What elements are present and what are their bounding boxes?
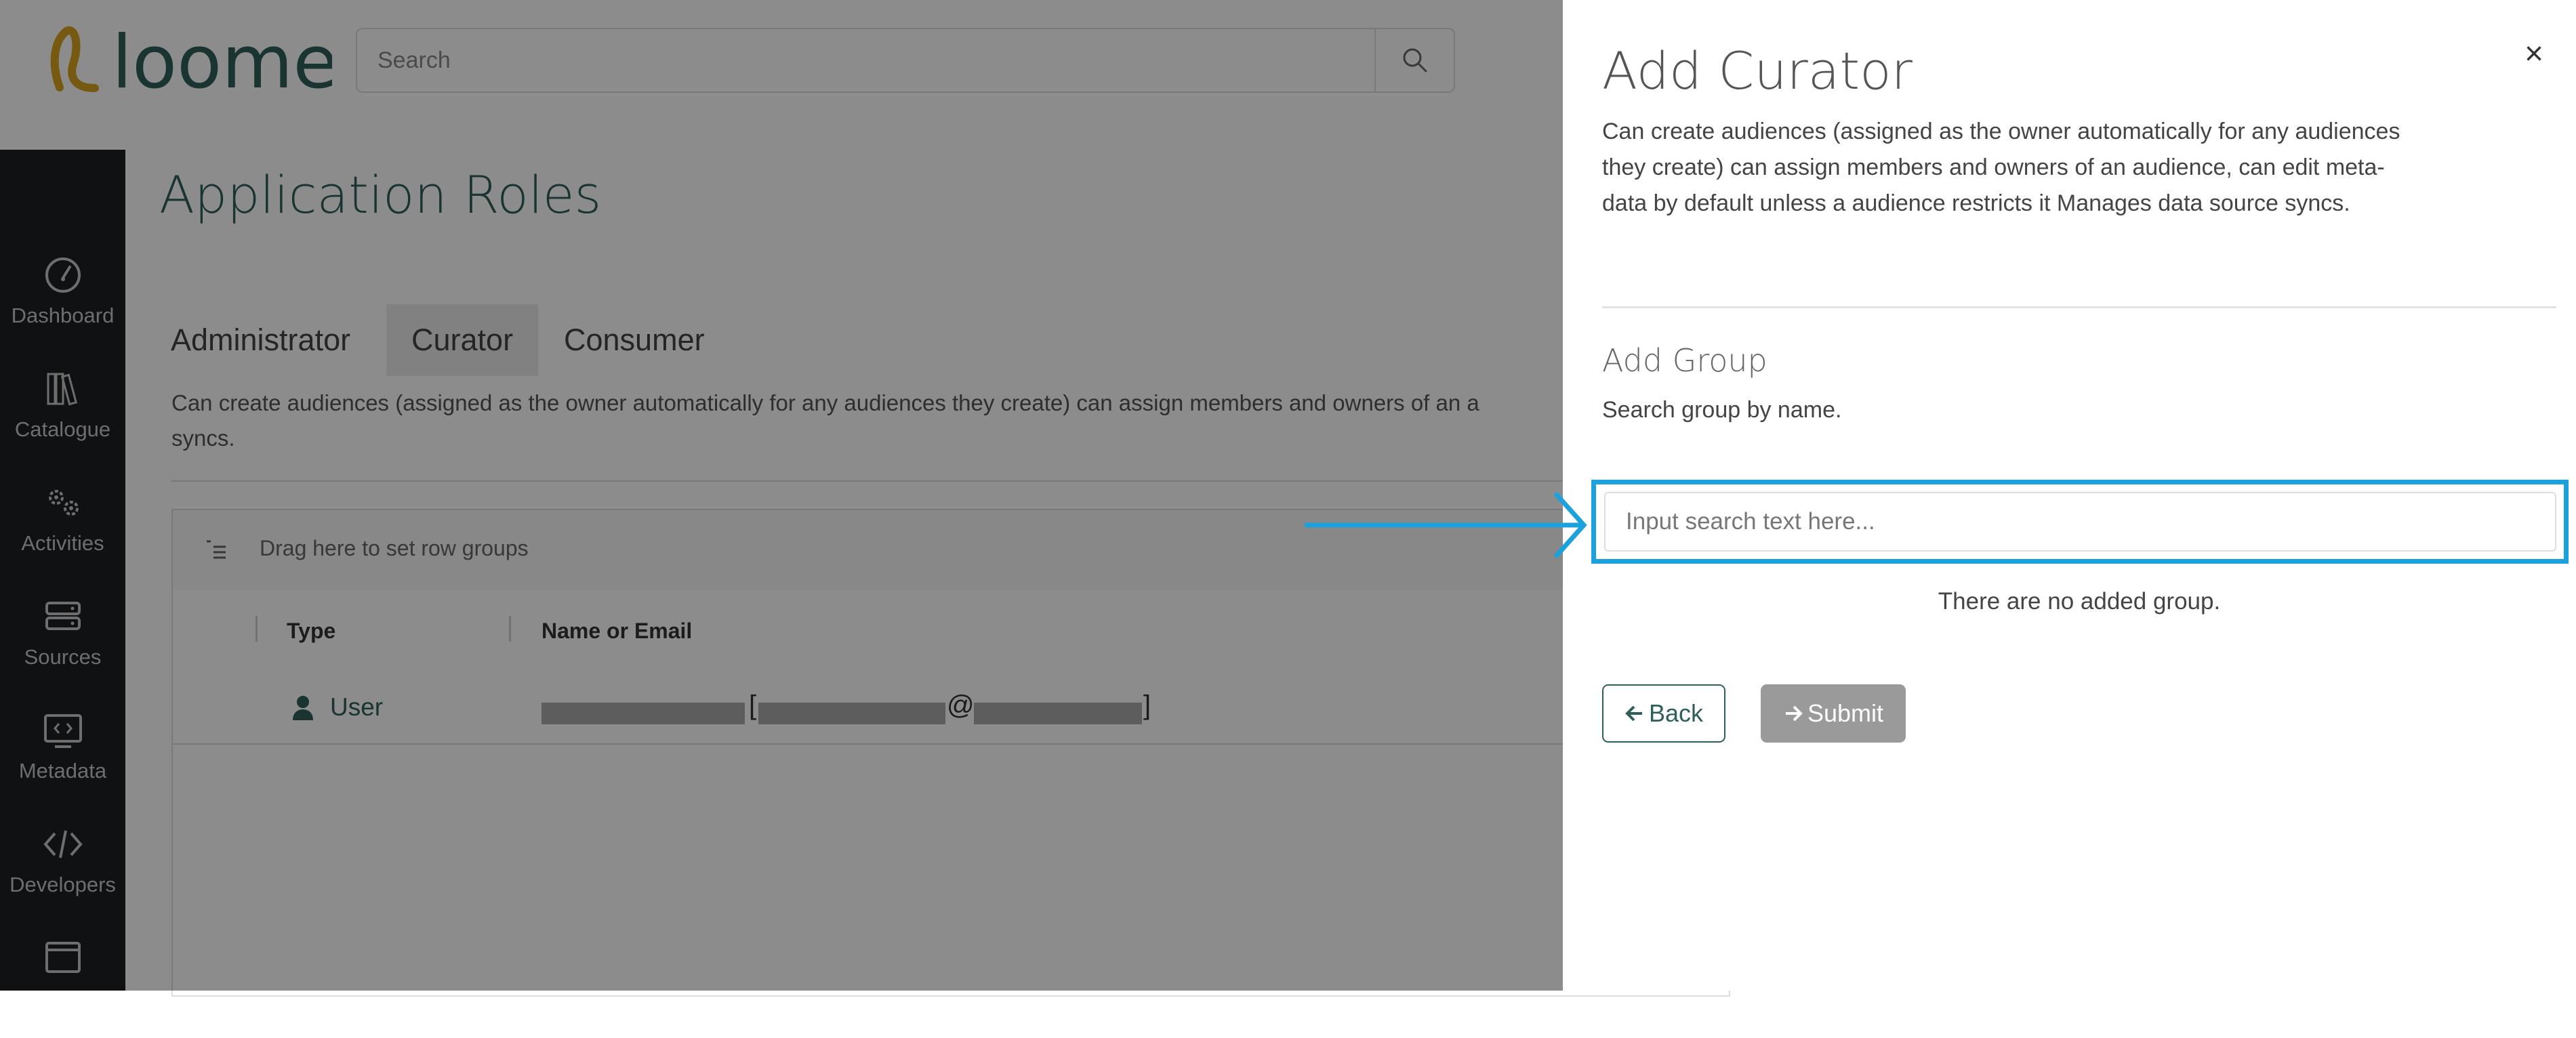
group-search-input[interactable]	[1604, 492, 2556, 552]
close-button[interactable]: ×	[2524, 35, 2543, 72]
submit-button[interactable]: Submit	[1761, 684, 1906, 743]
section-title: Add Group	[1602, 342, 1767, 379]
back-button-label: Back	[1648, 699, 1704, 727]
arrow-right-icon	[1785, 705, 1803, 722]
divider	[1602, 306, 2556, 308]
highlight-box	[1591, 480, 2569, 564]
back-button[interactable]: Back	[1602, 684, 1725, 743]
drawer-title: Add Curator	[1602, 41, 1913, 101]
arrow-left-icon	[1625, 705, 1642, 722]
submit-button-label: Submit	[1807, 699, 1884, 727]
empty-state-text: There are no added group.	[1938, 588, 2221, 615]
add-curator-drawer: Add Curator × Can create audiences (assi…	[1563, 0, 2576, 991]
drawer-description: Can create audiences (assigned as the ow…	[1602, 119, 2400, 216]
annotation-arrow-icon	[1305, 491, 1587, 559]
help-text: Search group by name.	[1602, 397, 1842, 423]
